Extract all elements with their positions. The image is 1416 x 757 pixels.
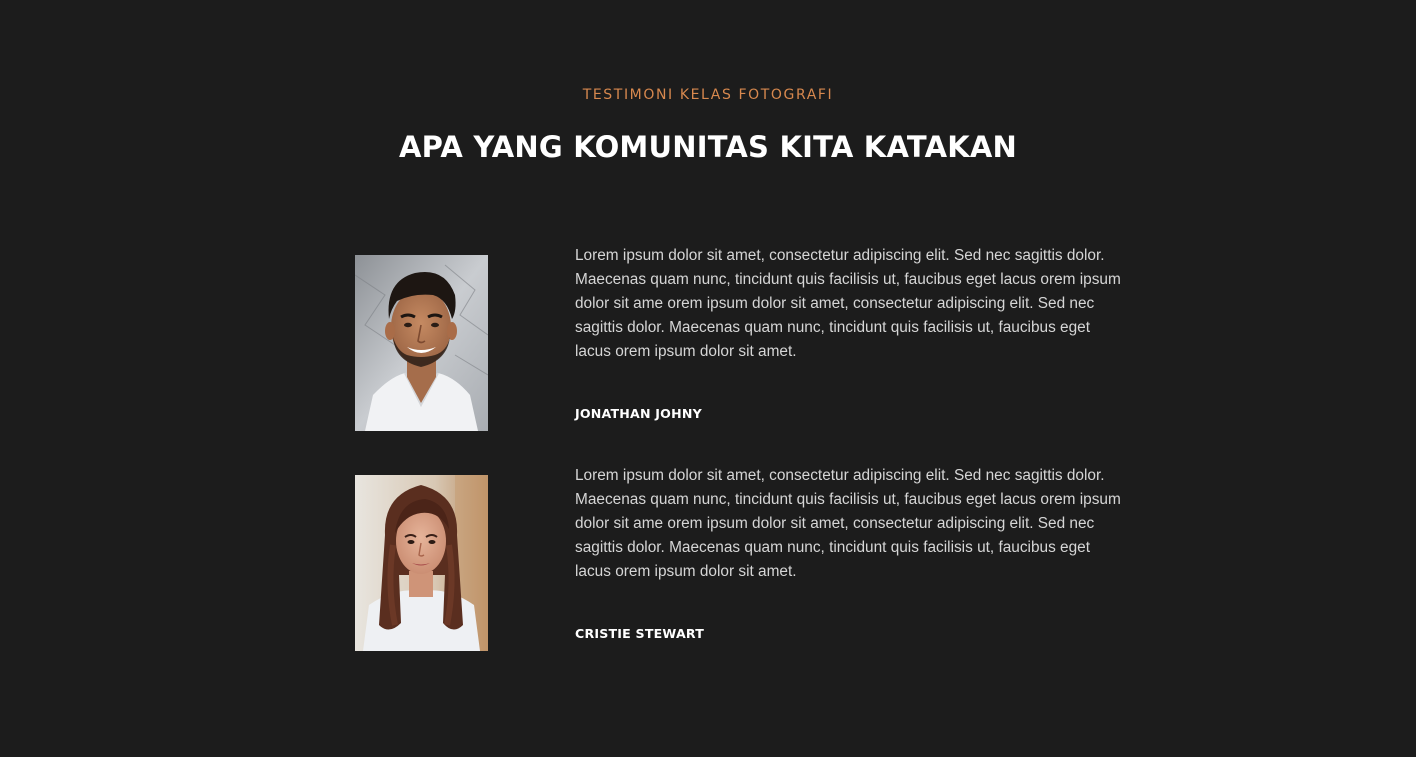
testimonial-author: CRISTIE STEWART bbox=[575, 626, 705, 641]
testimonial-quote: Lorem ipsum dolor sit amet, consectetur … bbox=[575, 467, 1121, 580]
testimonial-author: JONATHAN JOHNY bbox=[575, 406, 702, 421]
testimonial-item: Lorem ipsum dolor sit amet, consectetur … bbox=[355, 247, 1125, 431]
testimonial-item: Lorem ipsum dolor sit amet, consectetur … bbox=[355, 467, 1125, 651]
testimonial-photo-man bbox=[355, 255, 488, 431]
section-eyebrow: TESTIMONI KELAS FOTOGRAFI bbox=[582, 87, 834, 103]
testimonial-quote: Lorem ipsum dolor sit amet, consectetur … bbox=[575, 247, 1121, 360]
testimonial-section: TESTIMONI KELAS FOTOGRAFI APA YANG KOMUN… bbox=[0, 0, 1416, 757]
section-heading: APA YANG KOMUNITAS KITA KATAKAN bbox=[398, 130, 1018, 164]
testimonial-photo-woman bbox=[355, 475, 488, 651]
